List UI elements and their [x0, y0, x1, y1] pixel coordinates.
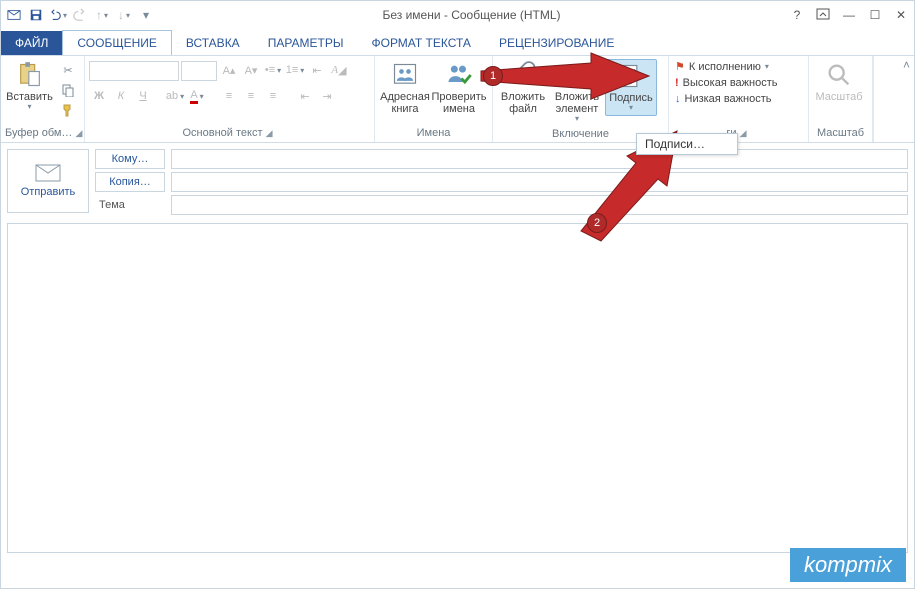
high-importance-icon: !	[675, 77, 679, 89]
send-button[interactable]: Отправить	[7, 149, 89, 213]
clear-format-icon[interactable]: A◢	[329, 61, 349, 79]
to-button[interactable]: Кому…	[95, 149, 165, 169]
window-title: Без имени - Сообщение (HTML)	[155, 8, 788, 22]
tags-launcher-icon[interactable]: ◢	[740, 128, 751, 138]
save-icon[interactable]	[27, 6, 45, 24]
send-icon	[35, 164, 61, 182]
align-left-icon[interactable]: ≡	[219, 87, 239, 105]
shrink-font-icon[interactable]: A▾	[241, 61, 261, 79]
compose-area: Отправить Кому… Копия… Тема	[1, 143, 914, 559]
signature-dropdown: Подписи…	[636, 133, 738, 155]
align-center-icon[interactable]: ≡	[241, 87, 261, 105]
send-label: Отправить	[21, 186, 76, 198]
group-font-label: Основной текст	[183, 127, 263, 139]
font-size-combo[interactable]	[181, 61, 217, 81]
prev-icon[interactable]: ↑	[93, 6, 111, 24]
zoom-label: Масштаб	[815, 91, 862, 103]
window-controls: ? — ☐ ✕	[788, 7, 910, 24]
address-book-label: Адресная книга	[379, 91, 431, 115]
indent2-icon[interactable]: ⇥	[317, 87, 337, 105]
cc-button[interactable]: Копия…	[95, 172, 165, 192]
help-icon[interactable]: ?	[788, 8, 806, 22]
grow-font-icon[interactable]: A▴	[219, 61, 239, 79]
font-name-combo[interactable]	[89, 61, 179, 81]
close-icon[interactable]: ✕	[892, 8, 910, 22]
watermark: kompmix	[790, 548, 906, 582]
group-clipboard: Вставить ▾ ✂ Буфер обм… ◢	[1, 56, 85, 142]
tab-review[interactable]: РЕЦЕНЗИРОВАНИЕ	[485, 31, 628, 55]
subject-input[interactable]	[171, 195, 908, 215]
group-names-label: Имена	[379, 125, 488, 142]
message-body[interactable]	[7, 223, 908, 553]
address-book-icon	[391, 61, 419, 89]
bullets-icon[interactable]: •≡	[263, 61, 283, 79]
maximize-icon[interactable]: ☐	[866, 8, 884, 22]
minimize-icon[interactable]: —	[840, 8, 858, 22]
subject-label: Тема	[95, 199, 165, 211]
high-label: Высокая важность	[683, 77, 778, 89]
mail-icon	[5, 6, 23, 24]
low-importance-icon: ↓	[675, 93, 681, 105]
group-font: A▴ A▾ •≡ 1≡ ⇤ A◢ Ж К Ч ab A ≡ ≡ ≡ ⇤ ⇥	[85, 56, 375, 142]
undo-icon[interactable]	[49, 6, 67, 24]
qat-customize-icon[interactable]: ▾	[137, 6, 155, 24]
low-label: Низкая важность	[685, 93, 772, 105]
flag-icon: ⚑	[675, 60, 685, 73]
check-names-button[interactable]: Проверить имена	[433, 59, 485, 117]
format-painter-icon[interactable]	[58, 101, 78, 119]
marker-1: 1	[483, 66, 503, 86]
copy-icon[interactable]	[58, 81, 78, 99]
ribbon-tabs: ФАЙЛ СООБЩЕНИЕ ВСТАВКА ПАРАМЕТРЫ ФОРМАТ …	[1, 29, 914, 55]
quick-access-toolbar: ↑ ↓ ▾	[5, 6, 155, 24]
cut-icon[interactable]: ✂	[58, 61, 78, 79]
numbering-icon[interactable]: 1≡	[285, 61, 305, 79]
group-names: Адресная книга Проверить имена Имена	[375, 56, 493, 142]
ribbon: Вставить ▾ ✂ Буфер обм… ◢ A▴ A▾ •≡ 1≡ ⇤ …	[1, 55, 914, 143]
tab-options[interactable]: ПАРАМЕТРЫ	[254, 31, 358, 55]
paste-icon	[16, 61, 44, 89]
redo-icon[interactable]	[71, 6, 89, 24]
collapse-ribbon-icon[interactable]: ˄	[903, 58, 910, 72]
cc-input[interactable]	[171, 172, 908, 192]
marker-2: 2	[587, 213, 607, 233]
group-zoom: Масштаб Масштаб	[809, 56, 873, 142]
to-input[interactable]	[171, 149, 908, 169]
ribbon-display-icon[interactable]	[814, 7, 832, 24]
align-right-icon[interactable]: ≡	[263, 87, 283, 105]
signatures-menu-item[interactable]: Подписи…	[645, 137, 729, 151]
check-names-icon	[445, 61, 473, 89]
followup-button[interactable]: ⚑К исполнению▾	[673, 59, 771, 74]
bold-button[interactable]: Ж	[89, 87, 109, 105]
title-bar: ↑ ↓ ▾ Без имени - Сообщение (HTML) ? — ☐…	[1, 1, 914, 29]
paste-button[interactable]: Вставить ▾	[5, 59, 54, 114]
indent-icon[interactable]: ⇤	[307, 61, 327, 79]
tab-format[interactable]: ФОРМАТ ТЕКСТА	[357, 31, 484, 55]
high-importance-button[interactable]: ! Высокая важность	[673, 76, 780, 90]
followup-label: К исполнению	[689, 61, 761, 73]
underline-button[interactable]: Ч	[133, 87, 153, 105]
zoom-icon	[825, 61, 853, 89]
tab-file[interactable]: ФАЙЛ	[1, 31, 62, 55]
low-importance-button[interactable]: ↓ Низкая важность	[673, 92, 773, 106]
arrow-annotation-1	[481, 61, 651, 104]
group-tags: ⚑К исполнению▾ !Высокая важность ↓Низкая…	[669, 56, 809, 142]
highlight-icon[interactable]: ab	[165, 87, 185, 105]
address-book-button[interactable]: Адресная книга	[379, 59, 431, 117]
outdent-icon[interactable]: ⇤	[295, 87, 315, 105]
group-clipboard-label: Буфер обм…	[5, 127, 72, 139]
font-launcher-icon[interactable]: ◢	[266, 128, 277, 138]
next-icon[interactable]: ↓	[115, 6, 133, 24]
check-names-label: Проверить имена	[432, 91, 487, 115]
font-color-icon[interactable]: A	[187, 87, 207, 105]
tab-insert[interactable]: ВСТАВКА	[172, 31, 254, 55]
zoom-button[interactable]: Масштаб	[813, 59, 865, 105]
tab-message[interactable]: СООБЩЕНИЕ	[62, 30, 172, 55]
group-zoom-label: Масштаб	[813, 125, 868, 142]
italic-button[interactable]: К	[111, 87, 131, 105]
